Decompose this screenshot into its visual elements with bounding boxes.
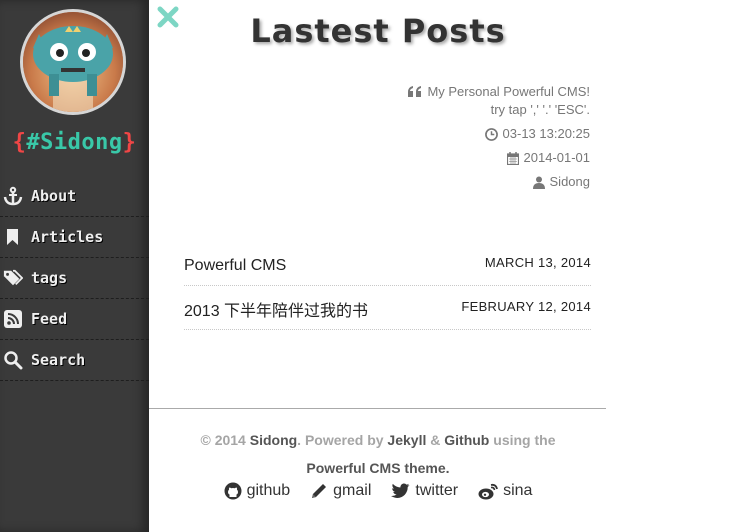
social-twitter-link[interactable]: twitter <box>391 482 458 500</box>
rss-icon <box>3 309 23 329</box>
tagline-hint: try tap ',' '.' 'ESC'. <box>490 102 590 117</box>
github-icon <box>224 482 242 500</box>
copyright: © 2014 <box>200 432 246 448</box>
post-meta: My Personal Powerful CMS! try tap ',' '.… <box>408 83 590 197</box>
theme-link[interactable]: Powerful CMS theme. <box>306 460 449 476</box>
post-date: FEBRUARY 12, 2014 <box>461 298 591 314</box>
quote-icon <box>408 86 422 97</box>
list-item: 2013 下半年陪伴过我的书 FEBRUARY 12, 2014 <box>184 286 591 330</box>
avatar[interactable] <box>20 9 126 115</box>
social-gmail-link[interactable]: gmail <box>310 482 371 500</box>
list-item: Powerful CMS MARCH 13, 2014 <box>184 243 591 286</box>
post-date: MARCH 13, 2014 <box>484 255 591 270</box>
pencil-icon <box>312 484 327 498</box>
owner-link[interactable]: Sidong <box>250 432 297 448</box>
post-list: Powerful CMS MARCH 13, 2014 2013 下半年陪伴过我… <box>184 243 591 330</box>
sidebar-item-label: Search <box>31 351 86 369</box>
footer-amp: & <box>430 432 441 448</box>
sidebar-item-about[interactable]: About <box>0 176 149 217</box>
sidebar-item-search[interactable]: Search <box>0 340 149 381</box>
page-title: Lastest Posts <box>250 12 506 50</box>
brand-name: #Sidong <box>26 130 123 155</box>
meta-author: Sidong <box>408 173 590 191</box>
twitter-icon <box>391 483 410 498</box>
sidebar-item-articles[interactable]: Articles <box>0 217 149 258</box>
powered-by: . Powered by <box>297 432 384 448</box>
social-links: github gmail twitter sina <box>149 482 607 500</box>
social-github-link[interactable]: github <box>224 482 291 500</box>
calendar-icon <box>506 151 519 165</box>
avatar-monster-image <box>23 12 123 112</box>
post-title-link[interactable]: 2013 下半年陪伴过我的书 <box>184 294 368 321</box>
sidebar-item-label: About <box>31 187 77 205</box>
author-name: Sidong <box>549 174 590 189</box>
social-label: gmail <box>333 482 372 499</box>
social-sina-link[interactable]: sina <box>478 482 532 500</box>
post-title-link[interactable]: Powerful CMS <box>184 254 286 275</box>
anchor-icon <box>3 186 23 206</box>
tagline: My Personal Powerful CMS! <box>427 84 590 99</box>
social-label: github <box>246 482 291 499</box>
jekyll-link[interactable]: Jekyll <box>387 432 426 448</box>
bookmark-icon <box>3 227 23 247</box>
clock-icon <box>484 127 498 141</box>
meta-date-value: 2014-01-01 <box>523 150 591 165</box>
brand-close-brace: } <box>122 130 137 155</box>
search-icon <box>3 350 23 370</box>
user-icon <box>532 176 545 189</box>
weibo-icon <box>478 483 498 499</box>
brand-open-brace: { <box>12 130 27 155</box>
github-link[interactable]: Github <box>444 432 489 448</box>
footer-divider <box>149 408 606 409</box>
sidebar: {#Sidong} About Articles tags Feed Searc… <box>0 0 149 532</box>
sidebar-item-label: Articles <box>31 228 104 246</box>
current-time: 03-13 13:20:25 <box>502 126 590 141</box>
tags-icon <box>3 268 23 288</box>
meta-date: 2014-01-01 <box>408 149 590 167</box>
footer: © 2014 Sidong. Powered by Jekyll & Githu… <box>149 426 607 482</box>
social-label: sina <box>503 482 533 499</box>
using-the: using the <box>493 432 556 448</box>
site-brand[interactable]: {#Sidong} <box>0 130 149 155</box>
quote-block: My Personal Powerful CMS! try tap ',' '.… <box>408 83 590 119</box>
sidebar-item-feed[interactable]: Feed <box>0 299 149 340</box>
sidebar-item-label: tags <box>31 269 68 287</box>
sidebar-nav: About Articles tags Feed Search <box>0 176 149 381</box>
meta-time: 03-13 13:20:25 <box>408 125 590 143</box>
sidebar-item-tags[interactable]: tags <box>0 258 149 299</box>
social-label: twitter <box>415 482 459 499</box>
sidebar-item-label: Feed <box>31 310 68 328</box>
